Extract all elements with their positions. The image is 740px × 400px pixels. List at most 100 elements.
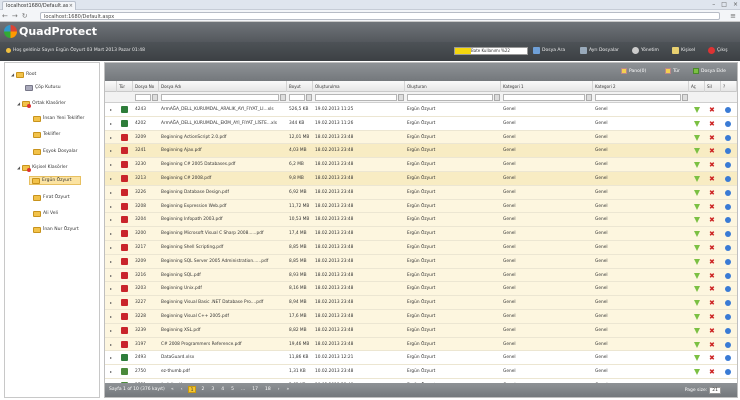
tree-item-ergun[interactable]: Ergün Özyurt xyxy=(29,176,81,185)
delete-icon[interactable]: ✖ xyxy=(709,327,715,335)
download-icon[interactable] xyxy=(694,189,700,196)
forward-icon[interactable]: → xyxy=(12,12,18,20)
expand-row-icon[interactable]: ▸ xyxy=(108,131,116,145)
url-input[interactable]: localhost:1680/Default.aspx xyxy=(40,12,720,20)
col-date[interactable]: Oluşturulma xyxy=(313,81,405,92)
download-icon[interactable] xyxy=(694,120,700,127)
expand-row-icon[interactable]: ▸ xyxy=(108,227,116,241)
delete-icon[interactable]: ✖ xyxy=(709,258,715,266)
table-row[interactable]: ▸ 3241 Beginning Ajax.pdf 4,03 MB 18.02.2013… xyxy=(105,144,737,159)
filter-size-button[interactable] xyxy=(306,94,312,101)
delete-icon[interactable]: ✖ xyxy=(709,244,715,252)
download-icon[interactable] xyxy=(694,217,700,224)
filter-cat1-input[interactable] xyxy=(503,94,585,101)
delete-icon[interactable]: ✖ xyxy=(709,368,715,376)
filter-name-input[interactable] xyxy=(161,94,279,101)
cell-name[interactable]: Beginning SQL.pdf xyxy=(159,269,287,283)
delete-icon[interactable]: ✖ xyxy=(709,230,715,238)
expand-row-icon[interactable]: ▸ xyxy=(108,255,116,269)
share-icon[interactable] xyxy=(725,107,731,113)
tree-item-misc[interactable]: Eşyok Dosyalar xyxy=(31,147,79,156)
cell-name[interactable]: ez-thumb.pdf xyxy=(159,365,287,379)
share-icon[interactable] xyxy=(725,341,731,348)
tree-item-shared[interactable]: ◢ Ortak Klasörler xyxy=(15,99,68,108)
filter-cat2-input[interactable] xyxy=(595,94,681,101)
expand-row-icon[interactable]: ▸ xyxy=(108,324,116,338)
reload-icon[interactable]: ↻ xyxy=(22,12,28,20)
minimize-icon[interactable]: – xyxy=(712,1,715,8)
cell-name[interactable]: Beginning SQL Server 2005 Administration… xyxy=(159,255,287,269)
table-row[interactable]: ▸ 3204 Beginning Infopath 2003.pdf 10,53 MB… xyxy=(105,213,737,228)
download-icon[interactable] xyxy=(694,245,700,251)
cell-name[interactable]: Beginning Expression Web.pdf xyxy=(159,200,287,214)
expand-row-icon[interactable]: ▸ xyxy=(108,365,116,379)
expand-row-icon[interactable]: ▸ xyxy=(108,200,116,214)
clipboard-button[interactable]: Pano(0) xyxy=(621,68,646,74)
page-link[interactable]: 4 xyxy=(219,386,226,393)
table-row[interactable]: ▸ 3217 Beginning Shell Scripting.pdf 8,85 M… xyxy=(105,241,737,255)
delete-icon[interactable]: ✖ xyxy=(709,161,715,169)
table-row[interactable]: ▸ 3226 Beginning Database Design.pdf 6,92 M… xyxy=(105,185,737,200)
expand-row-icon[interactable]: ▸ xyxy=(108,213,116,227)
cell-name[interactable]: Beginning Microsoft Visual C Sharp 2008.… xyxy=(159,227,287,241)
cell-name[interactable]: Beginning C# 2005 Databases.pdf xyxy=(159,158,287,172)
tree-item-firat[interactable]: Fırat Özyurt xyxy=(31,193,72,202)
expand-row-icon[interactable]: ▸ xyxy=(108,186,116,200)
download-icon[interactable] xyxy=(694,134,700,141)
delete-icon[interactable]: ✖ xyxy=(709,272,715,280)
filter-date-button[interactable] xyxy=(398,94,404,101)
page-size-select[interactable]: 21 xyxy=(709,387,721,394)
table-row[interactable]: ▸ 3227 Beginning Visual Basic .NET Databas… xyxy=(105,296,737,310)
delete-icon[interactable]: ✖ xyxy=(709,313,715,321)
expand-row-icon[interactable]: ▸ xyxy=(108,172,116,186)
download-icon[interactable] xyxy=(694,327,700,334)
first-page-icon[interactable]: « xyxy=(169,386,176,393)
download-icon[interactable] xyxy=(694,258,700,265)
col-category1[interactable]: Kategori 1 xyxy=(501,81,593,92)
cell-name[interactable]: Beginning XSL.pdf xyxy=(159,324,287,338)
table-row[interactable]: ▸ 3200 Beginning Microsoft Visual C Sharp … xyxy=(105,227,737,241)
search-files-button[interactable]: Dosya Ara xyxy=(533,47,565,54)
col-type[interactable]: Tür xyxy=(117,81,133,92)
tree-item-root[interactable]: ◢ Root xyxy=(9,70,38,79)
expand-row-icon[interactable]: ▸ xyxy=(108,296,116,310)
table-row[interactable]: ▸ 2750 ez-thumb.pdf 1,31 KB 10.02.2013 23:48… xyxy=(105,365,737,379)
page-link[interactable]: 2 xyxy=(199,386,206,393)
download-icon[interactable] xyxy=(694,355,700,362)
table-row[interactable]: ▸ 3197 C# 2008 Programmers Reference.pdf 19… xyxy=(105,337,737,352)
col-size[interactable]: Boyut xyxy=(287,81,313,92)
table-row[interactable]: ▸ 3216 Beginning SQL.pdf 8,93 MB 18.02.2013 … xyxy=(105,268,737,283)
delete-icon[interactable]: ✖ xyxy=(709,106,715,114)
table-row[interactable]: ▸ 4202 ArmAĞA_DELL_KURUMDAL_EKİM_AYI_FIYAT… xyxy=(105,116,737,131)
download-icon[interactable] xyxy=(694,314,700,320)
download-icon[interactable] xyxy=(694,341,700,348)
filter-name-button[interactable] xyxy=(280,94,286,101)
collapse-icon[interactable]: ◢ xyxy=(17,101,20,106)
expand-row-icon[interactable]: ▸ xyxy=(108,117,116,131)
page-link[interactable]: ... xyxy=(239,386,247,393)
share-icon[interactable] xyxy=(725,327,731,334)
collapse-icon[interactable]: ◢ xyxy=(11,72,14,77)
filter-size-input[interactable] xyxy=(289,94,305,101)
delete-icon[interactable]: ✖ xyxy=(709,175,715,183)
cell-name[interactable]: ArmAĞA_DELL_KURUMDAL_EKİM_AYI_FIYAT_LİST… xyxy=(159,117,287,131)
cell-name[interactable]: C# 2008 Programmers Reference.pdf xyxy=(159,338,287,352)
close-tab-icon[interactable]: × xyxy=(69,3,73,9)
browser-menu-icon[interactable]: ≡ xyxy=(730,12,736,20)
expand-row-icon[interactable]: ▸ xyxy=(108,158,116,172)
cell-name[interactable]: Beginning C# 2008.pdf xyxy=(159,172,287,186)
table-row[interactable]: ▸ 2493 DataGuard.xlsx 11,86 KB 10.02.2013 12… xyxy=(105,351,737,366)
next-page-icon[interactable]: › xyxy=(276,386,282,393)
type-button[interactable]: Tür xyxy=(665,68,680,74)
page-link[interactable]: 17 xyxy=(250,386,260,393)
table-row[interactable]: ▸ 3239 Beginning XSL.pdf 8,82 MB 18.02.2013 … xyxy=(105,323,737,338)
page-link[interactable]: 3 xyxy=(209,386,216,393)
add-file-button[interactable]: Dosya Ekle xyxy=(693,68,726,74)
cell-name[interactable]: Beginning Unix.pdf xyxy=(159,282,287,296)
admin-button[interactable]: Yönetim xyxy=(632,47,659,54)
download-icon[interactable] xyxy=(694,176,700,182)
filter-owner-button[interactable] xyxy=(494,94,500,101)
table-row[interactable]: ▸ 3209 Beginning ActionScript 2.0.pdf 12,01… xyxy=(105,130,737,145)
page-link[interactable]: 5 xyxy=(229,386,236,393)
expand-row-icon[interactable]: ▸ xyxy=(108,310,116,324)
